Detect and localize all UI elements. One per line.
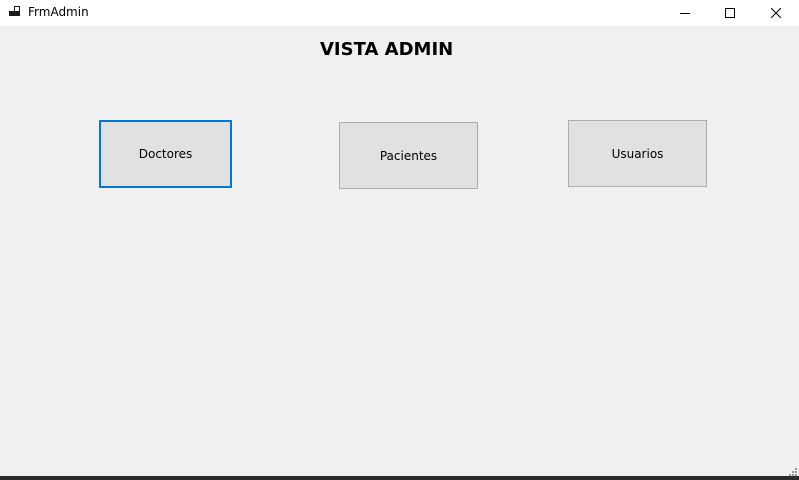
minimize-button[interactable] [662,0,708,26]
close-icon [771,8,781,18]
maximize-button[interactable] [707,0,753,26]
usuarios-button[interactable]: Usuarios [568,120,707,187]
title-bar[interactable]: FrmAdmin [0,0,799,26]
admin-window: FrmAdmin VISTA ADMIN Doctores Pacientes … [0,0,799,480]
form-icon [9,6,20,16]
size-grip-icon[interactable] [787,466,797,476]
pacientes-button[interactable]: Pacientes [339,122,478,189]
taskbar-edge [0,476,799,480]
maximize-icon [725,8,735,18]
usuarios-button-label: Usuarios [611,146,664,161]
doctores-button-label: Doctores [138,147,193,161]
doctores-button[interactable]: Doctores [99,120,232,188]
close-button[interactable] [753,0,799,26]
minimize-icon [680,13,690,14]
page-title: VISTA ADMIN [320,39,454,60]
window-title: FrmAdmin [28,5,89,19]
pacientes-button-label: Pacientes [379,148,438,163]
